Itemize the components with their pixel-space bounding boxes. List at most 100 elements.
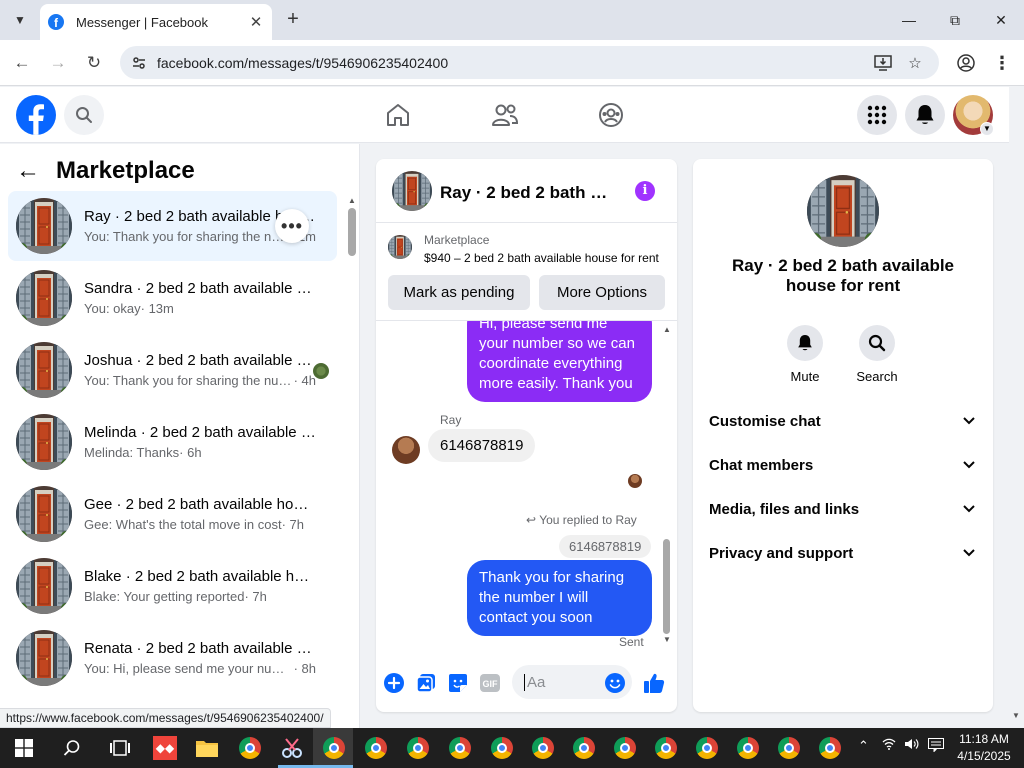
- profile-account-icon[interactable]: [956, 53, 976, 73]
- close-window-icon[interactable]: ✕: [978, 0, 1024, 40]
- account-chevron-down-icon[interactable]: ▼: [980, 122, 994, 136]
- conversation-item[interactable]: Sandra · 2 bed 2 bath available house fo…: [8, 263, 337, 333]
- conversation-item[interactable]: Blake · 2 bed 2 bath available house for…: [8, 551, 337, 621]
- network-wifi-icon[interactable]: [882, 738, 896, 753]
- snippet-timestamp: · 7h: [281, 517, 304, 532]
- read-receipt-avatar: [628, 474, 642, 488]
- chat-avatar[interactable]: [392, 171, 432, 211]
- restore-window-icon[interactable]: ⧉: [932, 0, 978, 40]
- snippet-text: You: Thank you for sharing the number I …: [84, 229, 290, 244]
- chat-members-section[interactable]: Chat members: [709, 447, 977, 483]
- new-tab-plus-icon[interactable]: +: [282, 9, 304, 31]
- back-arrow-icon[interactable]: ←: [10, 51, 34, 75]
- chrome-profile-icon[interactable]: [734, 734, 762, 762]
- chrome-profile-icon[interactable]: [816, 734, 844, 762]
- scroll-down-arrow-icon[interactable]: ▼: [662, 635, 672, 644]
- outgoing-reply-message[interactable]: Thank you for sharing the number I will …: [467, 560, 652, 636]
- chrome-profile-icon[interactable]: [529, 734, 557, 762]
- home-icon[interactable]: [382, 99, 414, 131]
- listing-thumbnail[interactable]: [388, 235, 412, 259]
- chrome-profile-icon[interactable]: [404, 734, 432, 762]
- outgoing-message[interactable]: Hi, please send me your number so we can…: [467, 321, 652, 402]
- facebook-search-icon[interactable]: [64, 95, 104, 135]
- bookmark-star-icon[interactable]: ☆: [905, 53, 925, 73]
- customise-chat-section[interactable]: Customise chat: [709, 403, 977, 439]
- chrome-profile-icon[interactable]: [652, 734, 680, 762]
- show-hidden-icons-chevron-up-icon[interactable]: ⌃: [858, 738, 869, 754]
- search-icon[interactable]: [859, 325, 895, 361]
- conversation-list-scrollbar[interactable]: ▲ ▼: [345, 196, 359, 726]
- conversation-snippet: Gee: What's the total move in cost · 7h: [84, 517, 316, 532]
- system-clock[interactable]: 11:18 AM 4/15/2025: [952, 731, 1016, 765]
- gif-icon[interactable]: GIF: [479, 672, 501, 694]
- facebook-logo-icon[interactable]: [16, 95, 56, 135]
- chat-title[interactable]: Ray · 2 bed 2 bath available house for r…: [440, 183, 616, 203]
- chrome-profile-icon[interactable]: [570, 734, 598, 762]
- thumbs-up-icon[interactable]: [643, 672, 665, 694]
- mark-as-pending-button[interactable]: Mark as pending: [388, 275, 530, 310]
- minimize-window-icon[interactable]: —: [886, 0, 932, 40]
- conversation-avatar-large[interactable]: [807, 175, 879, 247]
- scroll-down-arrow-icon[interactable]: ▼: [1012, 711, 1020, 720]
- windows-start-icon[interactable]: [10, 734, 38, 762]
- groups-icon[interactable]: [595, 99, 627, 131]
- back-arrow-icon[interactable]: ←: [16, 157, 40, 185]
- tab-close-icon[interactable]: ✕: [248, 13, 264, 31]
- chrome-profile-icon[interactable]: [693, 734, 721, 762]
- conversation-item[interactable]: Gee · 2 bed 2 bath available house for r…: [8, 479, 337, 549]
- file-explorer-icon[interactable]: [193, 734, 221, 762]
- volume-speaker-icon[interactable]: [904, 738, 920, 753]
- install-app-icon[interactable]: [873, 53, 893, 73]
- privacy-support-section[interactable]: Privacy and support: [709, 535, 977, 571]
- conversation-item[interactable]: Melinda · 2 bed 2 bath available house f…: [8, 407, 337, 477]
- chrome-app-icon[interactable]: [236, 734, 264, 762]
- notifications-bell-icon[interactable]: [905, 95, 945, 135]
- tab-search-dropdown-icon[interactable]: ▼: [8, 8, 32, 32]
- browser-menu-kebab-icon[interactable]: ⋮: [992, 53, 1012, 73]
- chrome-profile-icon[interactable]: [488, 734, 516, 762]
- sticker-icon[interactable]: [447, 672, 469, 694]
- incoming-message[interactable]: 6146878819: [428, 429, 536, 462]
- chrome-profile-icon[interactable]: [320, 734, 348, 762]
- chrome-profile-icon[interactable]: [362, 734, 390, 762]
- address-bar[interactable]: facebook.com/messages/t/9546906235402400…: [120, 46, 939, 79]
- snipping-tool-icon[interactable]: [278, 734, 306, 762]
- panel-title: Marketplace: [56, 157, 195, 184]
- search-action[interactable]: Search: [847, 325, 907, 384]
- scroll-up-arrow-icon[interactable]: ▲: [347, 196, 357, 205]
- friends-icon[interactable]: [489, 99, 521, 131]
- browser-tab-messenger[interactable]: f Messenger | Facebook ✕: [40, 4, 272, 40]
- task-view-icon[interactable]: [106, 734, 134, 762]
- ime-keyboard-icon[interactable]: [928, 738, 944, 755]
- reload-icon[interactable]: ↻: [82, 51, 106, 75]
- forward-arrow-icon[interactable]: →: [46, 51, 70, 75]
- more-options-dots-icon[interactable]: •••: [275, 209, 309, 243]
- anydesk-app-icon[interactable]: ◆◆: [151, 734, 179, 762]
- listing-title[interactable]: $940 – 2 bed 2 bath available house for …: [424, 251, 666, 265]
- menu-grid-icon[interactable]: [857, 95, 897, 135]
- reply-indicator-text: You replied to Ray: [539, 513, 637, 527]
- mute-action[interactable]: Mute: [775, 325, 835, 384]
- chrome-profile-icon[interactable]: [775, 734, 803, 762]
- taskbar-search-icon[interactable]: [58, 734, 86, 762]
- page-scrollbar[interactable]: ▼: [1009, 87, 1024, 728]
- conversation-info-icon[interactable]: i: [635, 181, 655, 201]
- site-settings-icon[interactable]: [130, 54, 148, 72]
- more-options-button[interactable]: More Options: [539, 275, 665, 310]
- sender-avatar[interactable]: [392, 436, 420, 464]
- emoji-icon[interactable]: [604, 672, 626, 694]
- photo-gallery-icon[interactable]: [415, 672, 437, 694]
- conversation-item[interactable]: Renata · 2 bed 2 bath available house fo…: [8, 623, 337, 693]
- plus-actions-icon[interactable]: [383, 672, 405, 694]
- scrollbar-thumb[interactable]: [348, 208, 356, 256]
- media-files-links-section[interactable]: Media, files and links: [709, 491, 977, 527]
- chrome-profile-icon[interactable]: [611, 734, 639, 762]
- bell-icon[interactable]: [787, 325, 823, 361]
- conversation-item[interactable]: Joshua · 2 bed 2 bath available house fo…: [8, 335, 337, 405]
- message-thread-scrollbar[interactable]: ▲ ▼: [660, 321, 674, 651]
- scroll-up-arrow-icon[interactable]: ▲: [662, 325, 672, 334]
- scrollbar-thumb[interactable]: [663, 539, 670, 634]
- conversation-item[interactable]: Ray · 2 bed 2 bath available house for r…: [8, 191, 337, 261]
- quoted-message[interactable]: 6146878819: [559, 535, 652, 558]
- chrome-profile-icon[interactable]: [446, 734, 474, 762]
